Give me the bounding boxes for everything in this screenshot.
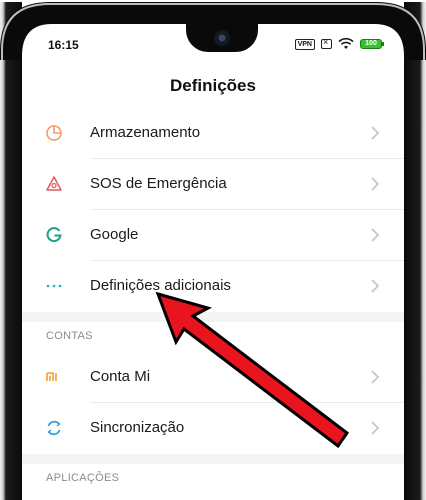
settings-item-additional-settings[interactable]: Definições adicionais xyxy=(22,261,404,312)
no-sim-icon xyxy=(321,37,332,49)
camera-notch xyxy=(186,24,258,52)
chevron-right-icon xyxy=(371,370,380,384)
settings-item-google[interactable]: Google xyxy=(22,210,404,261)
section-header-accounts: CONTAS xyxy=(22,322,404,352)
vpn-badge: VPN xyxy=(294,38,315,50)
settings-item-label: Sincronização xyxy=(90,419,185,436)
battery-icon: 100 xyxy=(360,39,384,49)
section-header-label: CONTAS xyxy=(46,330,93,342)
chevron-right-icon xyxy=(371,126,380,140)
settings-item-label: Definições adicionais xyxy=(90,277,231,294)
settings-item-label: SOS de Emergência xyxy=(90,175,227,192)
chevron-right-icon xyxy=(371,279,380,293)
settings-item-sync[interactable]: Sincronização xyxy=(22,403,404,454)
settings-item-mi-account[interactable]: Conta Mi xyxy=(22,352,404,403)
section-header-apps: APLICAÇÕES xyxy=(22,464,404,494)
bezel-left xyxy=(0,0,22,500)
status-icons: VPN 100 xyxy=(294,37,384,50)
mi-logo-icon xyxy=(44,367,64,387)
wifi-icon xyxy=(338,38,354,49)
page-title: Definições xyxy=(170,76,256,95)
section-header-label: APLICAÇÕES xyxy=(46,472,120,484)
phone-screen: 16:15 VPN 100 Definições xyxy=(22,24,404,500)
settings-item-storage[interactable]: Armazenamento xyxy=(22,108,404,159)
settings-list: Armazenamento SOS de Emergência Google D… xyxy=(22,108,404,494)
section-separator xyxy=(22,312,404,322)
storage-pie-icon xyxy=(44,123,64,143)
settings-item-emergency-sos[interactable]: SOS de Emergência xyxy=(22,159,404,210)
chevron-right-icon xyxy=(371,228,380,242)
settings-item-label: Google xyxy=(90,226,139,243)
page: 16:15 VPN 100 Definições xyxy=(0,0,426,500)
bezel-right xyxy=(404,0,426,500)
chevron-right-icon xyxy=(371,421,380,435)
sos-triangle-icon xyxy=(44,174,64,194)
front-camera-icon xyxy=(214,30,230,46)
settings-item-label: Armazenamento xyxy=(90,124,201,141)
status-time: 16:15 xyxy=(48,38,79,52)
chevron-right-icon xyxy=(371,177,380,191)
google-g-icon xyxy=(44,225,64,245)
more-dots-icon xyxy=(44,276,64,296)
section-separator xyxy=(22,454,404,464)
sync-icon xyxy=(44,418,64,438)
settings-item-label: Conta Mi xyxy=(90,368,151,385)
